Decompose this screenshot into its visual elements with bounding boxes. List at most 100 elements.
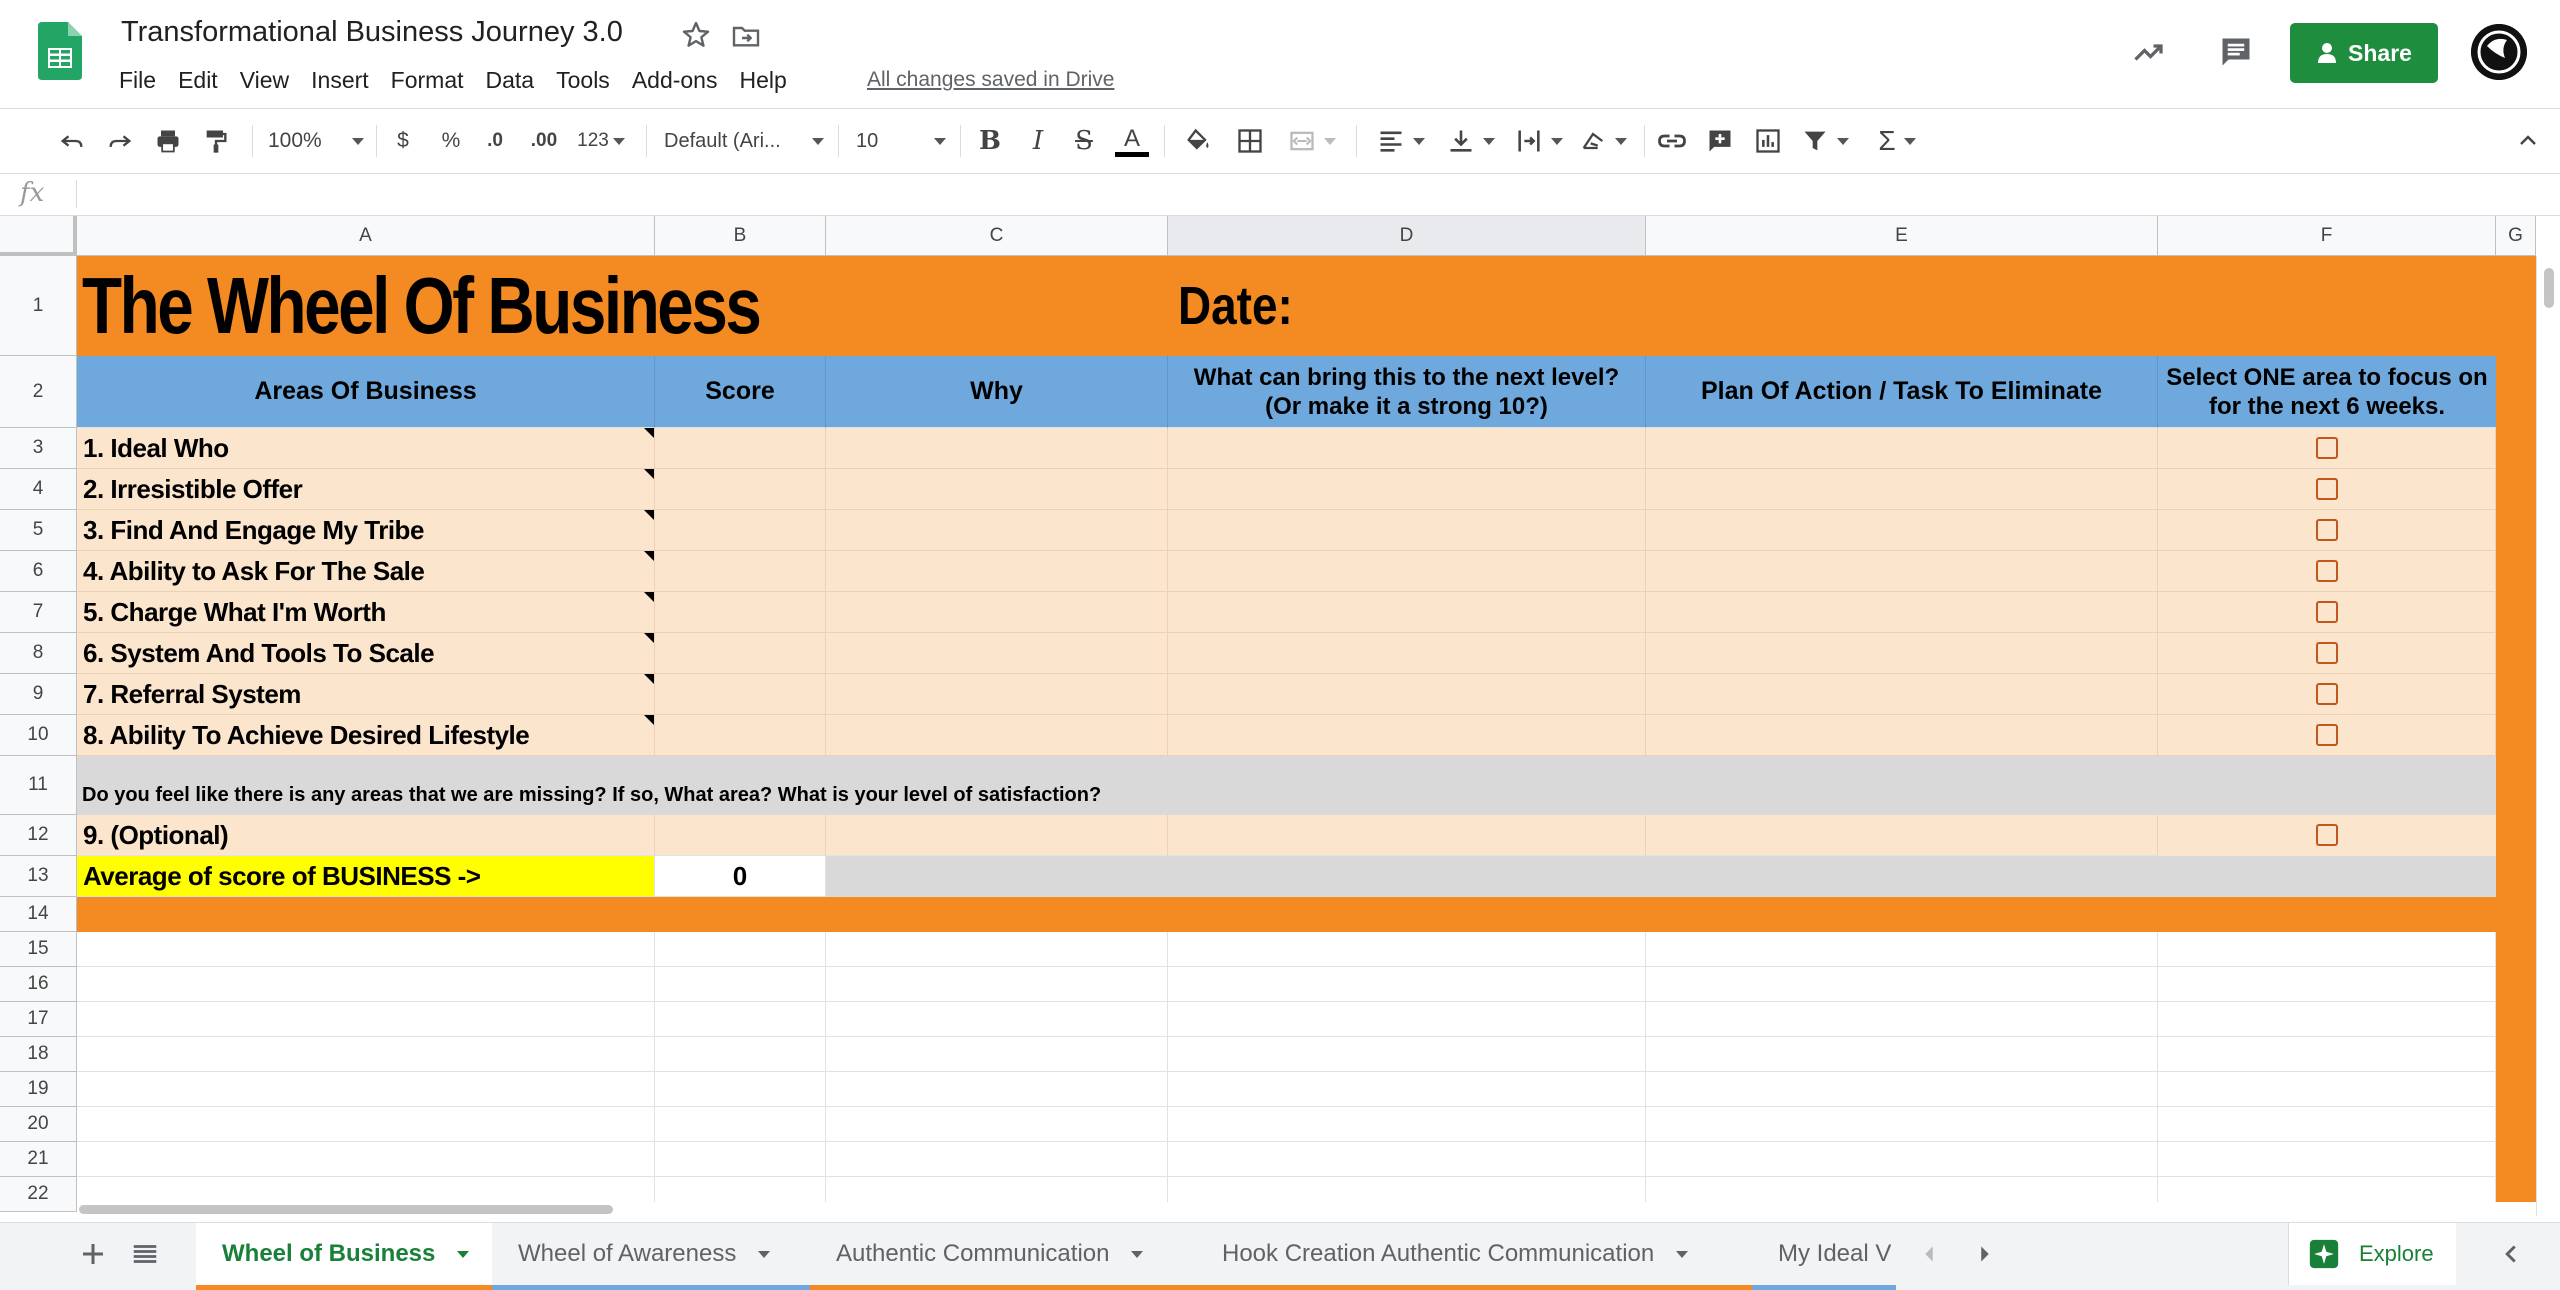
row-header-14[interactable]: 14 [0,897,77,932]
note-indicator[interactable] [644,674,654,684]
all-sheets-icon[interactable] [130,1239,160,1269]
percent-format-button[interactable]: % [436,123,466,159]
empty-cell[interactable] [1168,932,1646,967]
empty-cell[interactable] [1646,1072,2158,1107]
text-rotation-icon[interactable] [1576,123,1630,159]
date-label[interactable]: Date: [1178,256,1293,356]
sheet-tab-menu-icon[interactable] [758,1250,771,1258]
zoom-select[interactable]: 100% [268,123,364,159]
row-header-9[interactable]: 9 [0,674,77,715]
menu-help[interactable]: Help [728,62,797,98]
area-row-4-why-cell[interactable] [826,551,1168,592]
area-row-6-plan-cell[interactable] [1646,633,2158,674]
area-row-2-score-cell[interactable] [655,469,826,510]
row-header-12[interactable]: 12 [0,815,77,856]
empty-cell[interactable] [1168,1072,1646,1107]
empty-cell[interactable] [655,1002,826,1037]
header-score[interactable]: Score [655,356,826,428]
menu-data[interactable]: Data [475,62,546,98]
row-header-11[interactable]: 11 [0,756,77,815]
area-row-4-score-cell[interactable] [655,551,826,592]
sheet-tab[interactable]: Wheel of Business [196,1223,492,1290]
average-label-cell[interactable]: Average of score of BUSINESS -> [77,856,655,897]
menu-insert[interactable]: Insert [300,62,380,98]
row-header-1[interactable]: 1 [0,256,77,356]
optional-focus-checkbox[interactable] [2316,824,2338,846]
insert-link-icon[interactable] [1654,123,1690,159]
menu-view[interactable]: View [229,62,300,98]
area-row-1-why-cell[interactable] [826,428,1168,469]
insert-chart-icon[interactable] [1750,123,1786,159]
area-row-8-score-cell[interactable] [655,715,826,756]
horizontal-align-icon[interactable] [1374,123,1428,159]
italic-icon[interactable]: I [1022,123,1054,159]
header-areas-of-business[interactable]: Areas Of Business [77,356,655,428]
text-color-icon[interactable]: A [1114,123,1150,159]
header-why[interactable]: Why [826,356,1168,428]
vertical-scrollbar[interactable] [2536,256,2560,1216]
area-row-2-plan-cell[interactable] [1646,469,2158,510]
focus-checkbox[interactable] [2316,601,2338,623]
move-to-folder-icon[interactable] [730,20,762,52]
menu-file[interactable]: File [108,62,167,98]
area-row-6-area-cell[interactable]: 6. System And Tools To Scale [77,633,655,674]
area-row-1-plan-cell[interactable] [1646,428,2158,469]
empty-cell[interactable] [1646,1002,2158,1037]
area-row-7-why-cell[interactable] [826,674,1168,715]
sheet-title[interactable]: The Wheel Of Business [82,256,762,356]
area-row-4-plan-cell[interactable] [1646,551,2158,592]
scroll-tabs-right-icon[interactable] [1970,1239,2000,1269]
focus-checkbox[interactable] [2316,724,2338,746]
empty-cell[interactable] [826,967,1168,1002]
empty-cell[interactable] [77,1142,655,1177]
empty-cell[interactable] [1168,1142,1646,1177]
add-sheet-icon[interactable] [78,1239,108,1269]
sheet-tab-menu-icon[interactable] [1676,1250,1689,1258]
area-row-6-score-cell[interactable] [655,633,826,674]
row-header-10[interactable]: 10 [0,715,77,756]
note-indicator[interactable] [644,592,654,602]
empty-cell[interactable] [2158,1072,2496,1107]
redo-icon[interactable] [102,123,138,159]
optional-why-cell[interactable] [826,815,1168,856]
side-panel-toggle-icon[interactable] [2496,1239,2526,1269]
increase-decimal-button[interactable]: .00 [526,123,562,159]
area-row-1-area-cell[interactable]: 1. Ideal Who [77,428,655,469]
area-row-8-area-cell[interactable]: 8. Ability To Achieve Desired Lifestyle [77,715,655,756]
horizontal-scroll-thumb[interactable] [79,1205,613,1214]
row-header-2[interactable]: 2 [0,356,77,428]
area-row-8-next-level-cell[interactable] [1168,715,1646,756]
menu-format[interactable]: Format [380,62,475,98]
optional-next-level-cell[interactable] [1168,815,1646,856]
star-icon[interactable] [680,19,712,51]
empty-cell[interactable] [655,1107,826,1142]
font-family-select[interactable]: Default (Ari... [664,123,824,159]
paint-format-icon[interactable] [198,123,234,159]
optional-score-cell[interactable] [655,815,826,856]
scroll-tabs-left-icon[interactable] [1914,1239,1944,1269]
empty-cell[interactable] [77,1002,655,1037]
note-indicator[interactable] [644,428,654,438]
empty-cell[interactable] [826,1142,1168,1177]
document-title[interactable]: Transformational Business Journey 3.0 [121,16,623,49]
header-select-one[interactable]: Select ONE area to focus on for the next… [2158,356,2496,428]
header-next-level[interactable]: What can bring this to the next level? (… [1168,356,1646,428]
row-header-22[interactable]: 22 [0,1177,77,1212]
empty-cell[interactable] [826,1002,1168,1037]
row-header-8[interactable]: 8 [0,633,77,674]
currency-format-button[interactable]: $ [390,123,416,159]
sheet-tab-menu-icon[interactable] [457,1250,470,1258]
sheet-tab[interactable]: Wheel of Awareness [492,1223,810,1290]
vertical-align-icon[interactable] [1444,123,1498,159]
undo-icon[interactable] [54,123,90,159]
menu-tools[interactable]: Tools [545,62,621,98]
area-row-3-why-cell[interactable] [826,510,1168,551]
area-row-5-focus-cell[interactable] [2158,592,2496,633]
formula-input[interactable] [90,180,2530,210]
filter-icon[interactable] [1798,123,1852,159]
area-row-5-next-level-cell[interactable] [1168,592,1646,633]
area-row-3-area-cell[interactable]: 3. Find And Engage My Tribe [77,510,655,551]
decrease-decimal-button[interactable]: .0 [480,123,510,159]
empty-cell[interactable] [2158,1002,2496,1037]
bold-icon[interactable]: B [974,123,1006,159]
